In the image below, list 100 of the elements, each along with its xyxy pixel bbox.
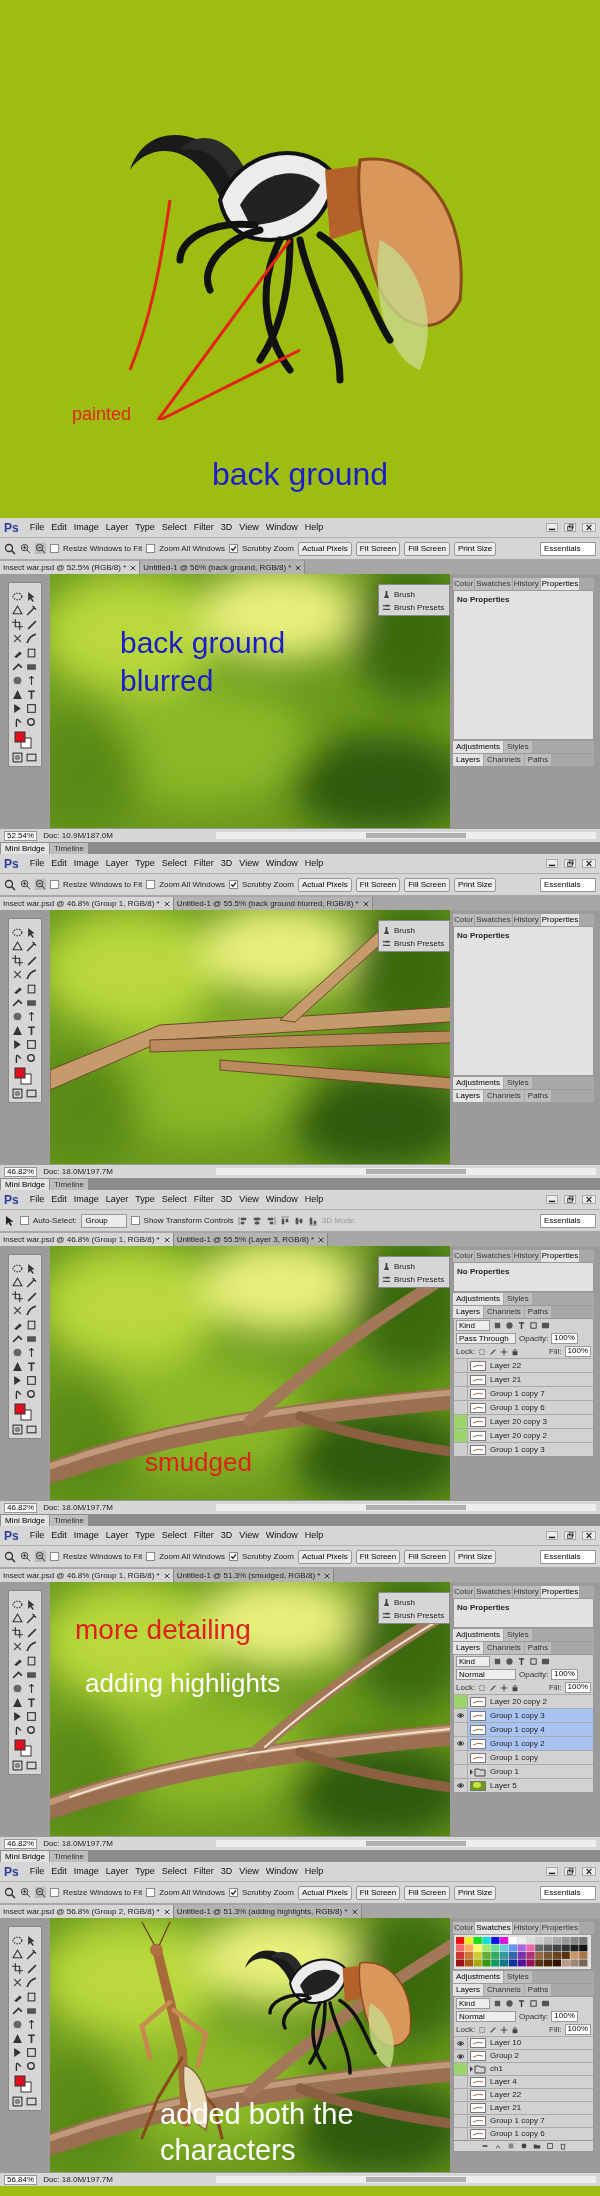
tool-icon[interactable]: [12, 941, 23, 952]
tool-icon[interactable]: [26, 703, 37, 714]
zoom-tool-icon[interactable]: [4, 1886, 16, 1899]
checkbox[interactable]: [146, 880, 156, 889]
zoom-field[interactable]: 52.54%: [4, 830, 38, 841]
menu-item[interactable]: Edit: [51, 520, 67, 535]
option-button[interactable]: Actual Pixels: [297, 541, 352, 556]
horizontal-scrollbar[interactable]: [216, 1504, 596, 1511]
tool-icon[interactable]: [12, 1697, 23, 1708]
tool-icon[interactable]: [12, 633, 23, 644]
panel-tab[interactable]: Adjustments: [453, 1077, 504, 1089]
close-icon[interactable]: [351, 1908, 358, 1915]
menu-item[interactable]: Select: [161, 1528, 187, 1543]
panel-button[interactable]: Brush: [394, 1262, 415, 1271]
option-button[interactable]: Print Size: [454, 877, 497, 892]
tool-icon[interactable]: [12, 997, 23, 1008]
panel-button[interactable]: Brush Presets: [394, 1611, 445, 1620]
tool-icon[interactable]: [12, 1963, 23, 1974]
menu-item[interactable]: Filter: [193, 1864, 214, 1879]
screen-mode-icon[interactable]: [26, 2096, 37, 2107]
panel-tab[interactable]: Mini Bridge: [1, 1851, 49, 1862]
panel-tab[interactable]: History: [512, 1922, 540, 1934]
zoom-field[interactable]: 46.82%: [4, 1166, 38, 1177]
tool-icon[interactable]: [12, 2019, 23, 2030]
tool-icon[interactable]: [12, 1977, 23, 1988]
panel-button[interactable]: Brush: [394, 590, 415, 599]
lock-option-icon[interactable]: [511, 1683, 520, 1692]
checkbox[interactable]: [146, 1888, 156, 1897]
menu-item[interactable]: Type: [135, 856, 155, 871]
tool-icon[interactable]: [26, 1725, 37, 1736]
menu-item[interactable]: Type: [135, 1528, 155, 1543]
zoom-in-icon[interactable]: [20, 1551, 31, 1562]
tool-icon[interactable]: [26, 1963, 37, 1974]
panel-tab[interactable]: History: [512, 1586, 540, 1598]
quick-mask-icon[interactable]: [12, 752, 23, 763]
screen-mode-icon[interactable]: [26, 1424, 37, 1435]
tool-icon[interactable]: [26, 1683, 37, 1694]
blend-mode-dropdown[interactable]: Normal: [456, 2011, 516, 2022]
panel-tab[interactable]: Styles: [504, 741, 532, 753]
tool-icon[interactable]: [12, 1599, 23, 1610]
opacity-field[interactable]: 100%: [551, 1333, 578, 1344]
tool-icon[interactable]: [12, 1361, 23, 1372]
tool-icon[interactable]: [12, 2005, 23, 2016]
layer-row[interactable]: Layer 4: [454, 2075, 593, 2088]
menu-item[interactable]: View: [239, 1192, 259, 1207]
panel-tab[interactable]: History: [512, 578, 540, 590]
document-tab[interactable]: Untitled-1 @ 51.3% (smudged, RGB/8) *: [173, 1569, 335, 1582]
menu-item[interactable]: Window: [265, 856, 298, 871]
panel-tab[interactable]: Paths: [524, 1306, 552, 1318]
zoom-in-icon[interactable]: [20, 543, 31, 554]
panel-tab[interactable]: Timeline: [50, 1851, 88, 1862]
layer-row[interactable]: Layer 20 copy 2: [454, 1428, 593, 1442]
tool-icon[interactable]: [12, 1711, 23, 1722]
workspace-dropdown[interactable]: Essentials: [540, 1213, 596, 1228]
panel-button[interactable]: Brush: [394, 926, 415, 935]
menu-item[interactable]: Image: [73, 520, 99, 535]
panel-tab[interactable]: Mini Bridge: [1, 843, 49, 854]
tool-icon[interactable]: [26, 717, 37, 728]
horizontal-scrollbar[interactable]: [216, 1168, 596, 1175]
close-icon[interactable]: [295, 564, 302, 571]
close-icon[interactable]: [163, 1572, 170, 1579]
tool-icon[interactable]: [12, 1375, 23, 1386]
menu-item[interactable]: Help: [304, 1528, 324, 1543]
tool-icon[interactable]: [12, 1333, 23, 1344]
lock-option-icon[interactable]: [500, 2025, 509, 2034]
zoom-tool-icon[interactable]: [4, 542, 16, 555]
tool-icon[interactable]: [26, 1711, 37, 1722]
tool-icon[interactable]: [26, 1991, 37, 2002]
tool-icon[interactable]: [26, 1333, 37, 1344]
panel-button[interactable]: Brush Presets: [394, 939, 445, 948]
tool-icon[interactable]: [26, 1011, 37, 1022]
layer-row[interactable]: Group 1 copy 2: [454, 1736, 593, 1750]
option-button[interactable]: Fit Screen: [355, 1885, 401, 1900]
tool-icon[interactable]: [12, 1039, 23, 1050]
workspace-dropdown[interactable]: Essentials: [540, 877, 596, 892]
layer-action-icon[interactable]: [558, 2142, 567, 2150]
panel-tab[interactable]: Layers: [453, 1306, 483, 1318]
align-icon[interactable]: [251, 1215, 262, 1226]
tool-icon[interactable]: [12, 1011, 23, 1022]
menu-item[interactable]: 3D: [220, 520, 233, 535]
tool-icon[interactable]: [12, 1025, 23, 1036]
layer-row[interactable]: Group 1 copy 4: [454, 1722, 593, 1736]
zoom-in-icon[interactable]: [20, 1887, 31, 1898]
layer-row[interactable]: Layer 20 copy 3: [454, 1414, 593, 1428]
tool-icon[interactable]: [26, 2005, 37, 2016]
menu-item[interactable]: Type: [135, 1192, 155, 1207]
tool-icon[interactable]: [12, 955, 23, 966]
menu-item[interactable]: Edit: [51, 1192, 67, 1207]
checkbox[interactable]: [50, 1552, 59, 1561]
panel-tab[interactable]: Properties: [540, 578, 580, 590]
menu-item[interactable]: View: [239, 520, 259, 535]
menu-item[interactable]: File: [29, 520, 45, 535]
menu-item[interactable]: Image: [73, 1864, 99, 1879]
close-icon[interactable]: [318, 1236, 325, 1243]
layer-row[interactable]: Layer 10: [454, 2036, 593, 2049]
restore-icon[interactable]: [564, 1867, 576, 1876]
layer-row[interactable]: Group 1 copy 3: [454, 1442, 593, 1456]
menu-item[interactable]: File: [29, 1192, 45, 1207]
zoom-field[interactable]: 46.82%: [4, 1502, 38, 1513]
panel-tab[interactable]: Swatches: [475, 1586, 512, 1598]
